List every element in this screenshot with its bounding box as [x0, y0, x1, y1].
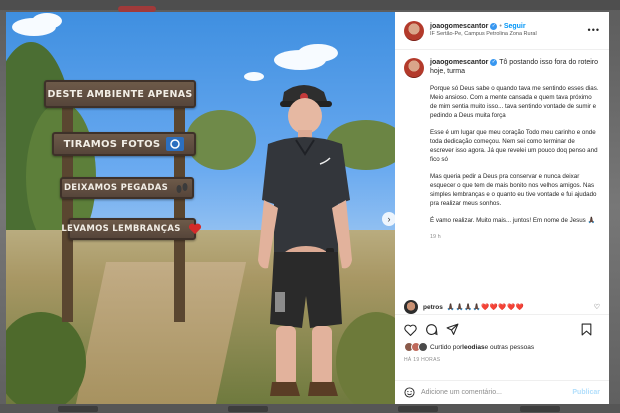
- sign-board-1: DESTE AMBIENTE APENAS: [44, 80, 196, 108]
- sign-text: TIRAMOS FOTOS: [63, 138, 161, 150]
- camera-icon: [166, 137, 185, 151]
- bottom-strip-shape: [398, 406, 438, 412]
- comment-like-icon[interactable]: ♡: [594, 303, 600, 311]
- sign-board-2: TIRAMOS FOTOS: [52, 132, 196, 156]
- like-icon[interactable]: [404, 324, 417, 336]
- top-strip: [0, 0, 620, 12]
- caption-body: joaogomescantor ✓ Tô postando isso fora d…: [430, 58, 600, 240]
- sign-board-3: DEIXAMOS PEGADAS: [60, 177, 194, 199]
- post-detail-panel: joaogomescantor ✓ • Seguir IF Sertão-Pe, Ca…: [395, 12, 609, 404]
- caption-paragraph: Mas queria pedir a Deus pra conservar e …: [430, 172, 597, 207]
- person: [246, 82, 366, 404]
- sign-board-4: LEVAMOS LEMBRANÇAS: [61, 218, 201, 240]
- bottom-strip-shape: [520, 406, 560, 412]
- avatar[interactable]: [404, 20, 424, 41]
- verified-icon: ✓: [490, 58, 498, 66]
- follow-button[interactable]: Seguir: [504, 23, 526, 30]
- caption-age: 19 h: [430, 233, 441, 240]
- sign-text: LEVAMOS LEMBRANÇAS: [61, 224, 181, 234]
- likes-suffix[interactable]: e outras pessoas: [485, 344, 535, 351]
- likes-user[interactable]: leodias: [462, 344, 484, 351]
- post-date[interactable]: HÁ 19 HORAS: [395, 352, 609, 363]
- share-icon[interactable]: [446, 323, 459, 336]
- post-header: joaogomescantor ✓ • Seguir IF Sertão-Pe, Ca…: [395, 12, 609, 50]
- liked-by-avatars: [404, 342, 428, 352]
- heart-icon: [187, 223, 203, 235]
- caption-title: joaogomescantor ✓ Tô postando isso fora d…: [430, 58, 600, 77]
- bottom-strip-shape: [228, 406, 268, 412]
- footprint-icon: [174, 182, 190, 194]
- sign-text: DEIXAMOS PEGADAS: [63, 183, 169, 193]
- sign-text: DESTE AMBIENTE APENAS: [47, 88, 193, 100]
- comment-text: 🙏🏿🙏🏿🙏🏿🙏🏿❤️❤️❤️❤️❤️: [446, 304, 525, 311]
- location-link[interactable]: IF Sertão-Pe, Campus Petrolina Zona Rura…: [430, 31, 537, 38]
- separator-dot: •: [499, 23, 502, 31]
- cloud: [298, 44, 338, 62]
- verified-icon: ✓: [490, 23, 498, 31]
- avatar[interactable]: [404, 300, 418, 314]
- comment-row: petros 🙏🏿🙏🏿🙏🏿🙏🏿❤️❤️❤️❤️❤️ ♡: [404, 300, 600, 314]
- cloud: [244, 72, 264, 81]
- caption-paragraph: É vamo realizar. Muito mais... juntos! E…: [430, 216, 596, 224]
- caption-area: joaogomescantor ✓ Tô postando isso fora d…: [395, 50, 609, 300]
- save-icon[interactable]: [581, 323, 592, 336]
- comment-input[interactable]: Adicione um comentário...: [421, 389, 572, 396]
- likes-prefix: Curtido por: [430, 343, 463, 351]
- caption: joaogomescantor ✓ Tô postando isso fora d…: [404, 58, 600, 240]
- comment-username[interactable]: petros: [423, 304, 443, 311]
- emoji-icon[interactable]: [404, 387, 415, 398]
- action-bar: [395, 315, 609, 336]
- bottom-strip: [0, 404, 620, 413]
- caption-username[interactable]: joaogomescantor: [430, 59, 488, 66]
- next-icon[interactable]: ›: [382, 212, 395, 226]
- bottom-strip-shape: [58, 406, 98, 412]
- caption-paragraph: Esse é um lugar que meu coração Todo meu…: [430, 128, 598, 163]
- avatar: [418, 342, 428, 352]
- post-photo[interactable]: DESTE AMBIENTE APENAS TIRAMOS FOTOS DEIX…: [6, 12, 395, 404]
- likes-row: Curtido por leodias e outras pessoas: [395, 336, 609, 352]
- comment-icon[interactable]: [425, 323, 438, 336]
- avatar[interactable]: [404, 58, 424, 78]
- publish-button[interactable]: Publicar: [572, 389, 600, 396]
- cloud: [32, 13, 62, 29]
- more-icon[interactable]: •••: [588, 25, 600, 35]
- post-header-meta: joaogomescantor ✓ • Seguir IF Sertão-Pe, Ca…: [430, 22, 537, 38]
- add-comment-bar: Adicione um comentário... Publicar: [395, 380, 609, 404]
- username[interactable]: joaogomescantor: [430, 23, 488, 30]
- caption-paragraph: Porque só Deus sabe o quando tava me sen…: [430, 84, 599, 119]
